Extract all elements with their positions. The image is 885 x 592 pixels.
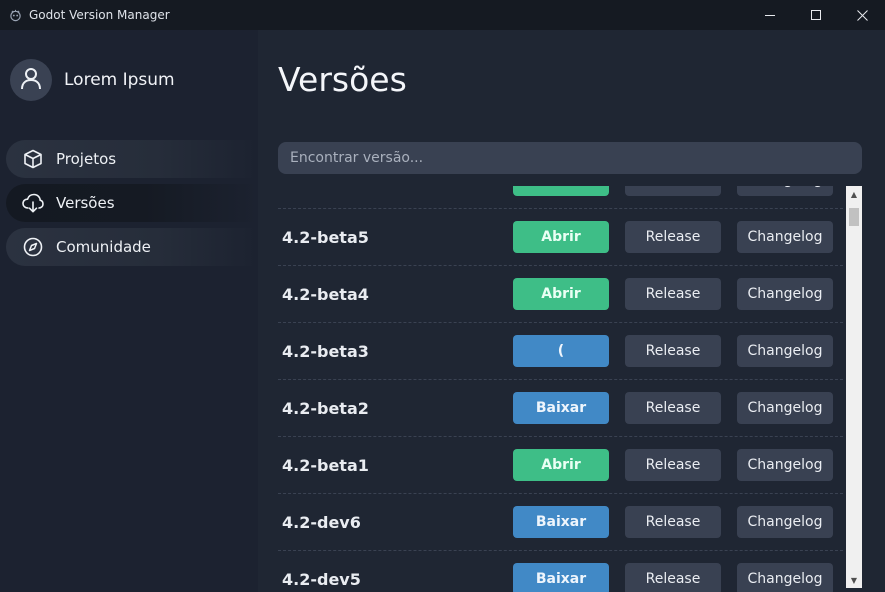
page-title: Versões — [278, 60, 407, 99]
release-button[interactable]: Release — [625, 186, 721, 196]
version-name: 4.2-dev5 — [282, 569, 361, 589]
changelog-button[interactable]: Changelog — [737, 278, 833, 310]
open-button[interactable]: Abrir — [513, 278, 609, 310]
sidebar-item-versoes[interactable]: Versões — [6, 184, 258, 222]
sidebar-item-label: Comunidade — [56, 238, 151, 256]
changelog-button[interactable]: Changelog — [737, 186, 833, 196]
window-title: Godot Version Manager — [29, 8, 170, 22]
profile-name: Lorem Ipsum — [64, 70, 175, 90]
scroll-down-button[interactable]: ▼ — [846, 572, 862, 588]
minimize-button[interactable] — [747, 0, 793, 30]
version-name: 4.2-beta6 — [282, 186, 369, 190]
close-button[interactable] — [839, 0, 885, 30]
version-name: 4.2-beta5 — [282, 227, 369, 247]
open-button[interactable]: Abrir — [513, 221, 609, 253]
release-button[interactable]: Release — [625, 563, 721, 592]
version-row: 4.2-dev6 Baixar Release Changelog — [278, 494, 843, 551]
search-input[interactable] — [278, 142, 862, 174]
cloud-download-icon — [22, 192, 44, 214]
scroll-up-button[interactable]: ▲ — [846, 186, 862, 202]
release-button[interactable]: Release — [625, 392, 721, 424]
minimize-icon — [764, 6, 776, 25]
release-button[interactable]: Release — [625, 335, 721, 367]
caret-up-icon: ▲ — [850, 189, 858, 199]
version-row: 4.2-beta5 Abrir Release Changelog — [278, 209, 843, 266]
godot-icon — [8, 8, 22, 22]
version-name: 4.2-beta1 — [282, 455, 369, 475]
release-button[interactable]: Release — [625, 506, 721, 538]
profile[interactable]: Lorem Ipsum — [10, 59, 175, 101]
sidebar-item-projetos[interactable]: Projetos — [6, 140, 258, 178]
sidebar-nav: Projetos Versões Comunidade — [6, 140, 258, 272]
close-icon — [856, 6, 868, 25]
version-row: 4.2-dev5 Baixar Release Changelog — [278, 551, 843, 592]
versions-list-inner: 4.2-beta6 Abrir Release Changelog 4.2-beta5 A… — [278, 186, 846, 592]
sidebar-item-comunidade[interactable]: Comunidade — [6, 228, 258, 266]
cube-icon — [22, 148, 44, 170]
scroll-thumb[interactable] — [849, 208, 859, 226]
sidebar-item-label: Versões — [56, 194, 115, 212]
open-button[interactable]: Abrir — [513, 449, 609, 481]
sidebar: Lorem Ipsum Projetos Versões Comunidade — [0, 30, 258, 592]
version-name: 4.2-beta2 — [282, 398, 369, 418]
open-button[interactable]: Abrir — [513, 186, 609, 196]
main-content: Versões 4.2-beta6AbrirReleaseChangelog4.… — [258, 30, 885, 592]
download-button[interactable]: Baixar — [513, 563, 609, 592]
changelog-button[interactable]: Changelog — [737, 392, 833, 424]
window-controls — [747, 0, 885, 30]
scrollbar[interactable]: ▲ ▼ — [846, 186, 862, 588]
maximize-button[interactable] — [793, 0, 839, 30]
maximize-icon — [810, 6, 822, 25]
title-bar: Godot Version Manager — [0, 0, 885, 30]
versions-list: 4.2-beta6 Abrir Release Changelog 4.2-beta5 A… — [278, 186, 846, 592]
release-button[interactable]: Release — [625, 221, 721, 253]
download-button[interactable]: Baixar — [513, 392, 609, 424]
version-name: 4.2-beta3 — [282, 341, 369, 361]
changelog-button[interactable]: Changelog — [737, 506, 833, 538]
version-row: 4.2-beta3 ( Release Changelog — [278, 323, 843, 380]
compass-icon — [22, 236, 44, 258]
sidebar-item-label: Projetos — [56, 150, 117, 168]
version-name: 4.2-beta4 — [282, 284, 369, 304]
release-button[interactable]: Release — [625, 449, 721, 481]
version-row: 4.2-beta6 Abrir Release Changelog — [278, 186, 843, 209]
version-row: 4.2-beta4 Abrir Release Changelog — [278, 266, 843, 323]
version-name: 4.2-dev6 — [282, 512, 361, 532]
caret-down-icon: ▼ — [850, 575, 858, 585]
user-icon — [18, 65, 44, 95]
avatar — [10, 59, 52, 101]
loading-button[interactable]: ( — [513, 335, 609, 367]
changelog-button[interactable]: Changelog — [737, 335, 833, 367]
changelog-button[interactable]: Changelog — [737, 221, 833, 253]
changelog-button[interactable]: Changelog — [737, 449, 833, 481]
version-row: 4.2-beta2 Baixar Release Changelog — [278, 380, 843, 437]
download-button[interactable]: Baixar — [513, 506, 609, 538]
version-row: 4.2-beta1 Abrir Release Changelog — [278, 437, 843, 494]
release-button[interactable]: Release — [625, 278, 721, 310]
changelog-button[interactable]: Changelog — [737, 563, 833, 592]
